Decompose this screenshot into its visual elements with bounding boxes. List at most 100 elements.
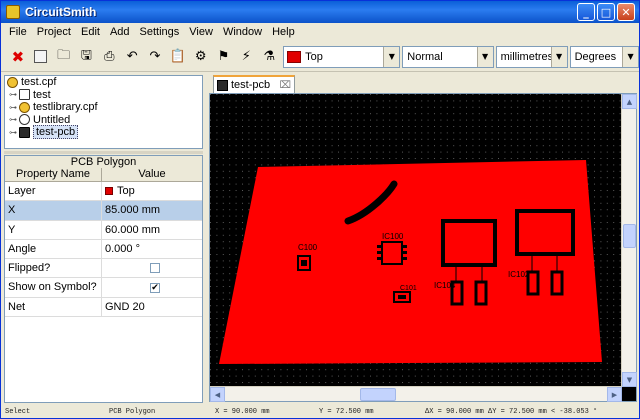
menu-settings[interactable]: Settings (135, 26, 185, 38)
tree-item-library[interactable]: ⊶ testlibrary.cpf (5, 101, 202, 114)
menu-window[interactable]: Window (218, 26, 267, 38)
property-row-flipped[interactable]: Flipped? (5, 259, 202, 279)
schematic-icon (19, 89, 30, 101)
tree-item-untitled[interactable]: ⊶ Untitled (5, 114, 202, 127)
redo-icon[interactable]: ↷ (144, 46, 166, 68)
property-name: Flipped? (5, 259, 102, 278)
menu-file[interactable]: File (4, 26, 32, 38)
column-header-name[interactable]: Property Name (5, 168, 102, 181)
close-button[interactable]: ✕ (617, 3, 635, 21)
property-value[interactable]: 0.000 ° (102, 240, 202, 258)
property-value[interactable]: Top (102, 182, 202, 200)
paste-icon[interactable]: 📋 (167, 46, 189, 68)
copper-polygon[interactable] (219, 160, 602, 364)
maximize-button[interactable]: □ (597, 3, 615, 21)
properties-title: PCB Polygon (5, 156, 202, 168)
component-icon[interactable]: ⚙ (190, 46, 212, 68)
app-icon (6, 5, 20, 19)
units-select[interactable]: millimetres ▼ (495, 45, 568, 68)
layer-select-value: Top (305, 50, 323, 63)
c100-pad (301, 260, 307, 266)
property-value[interactable]: 60.000 mm (102, 221, 202, 239)
menu-add[interactable]: Add (105, 26, 135, 38)
show-on-symbol-checkbox[interactable]: ✔ (150, 282, 160, 293)
scroll-left-icon[interactable]: ◀ (210, 387, 225, 402)
drc-icon[interactable]: ⚗ (258, 46, 280, 68)
vertical-scroll-thumb[interactable] (623, 224, 636, 248)
properties-panel: PCB Polygon Property Name Value Layer To… (4, 155, 203, 403)
route-icon[interactable]: ⚡ (235, 46, 257, 68)
scroll-down-icon[interactable]: ▼ (622, 372, 637, 387)
status-object: PCB Polygon (109, 408, 156, 416)
chevron-down-icon[interactable]: ▼ (476, 46, 493, 67)
c101-label: C101 (400, 285, 417, 292)
window-controls: _ □ ✕ (577, 3, 635, 21)
ic100-pin (377, 257, 382, 260)
menu-help[interactable]: Help (267, 26, 300, 38)
undo-icon[interactable]: ↶ (121, 46, 143, 68)
property-value[interactable]: 85.000 mm (102, 201, 202, 219)
tab-test-pcb[interactable]: test-pcb ⌧ (213, 75, 295, 93)
chevron-down-icon[interactable]: ▼ (383, 46, 400, 67)
properties-header: Property Name Value (5, 168, 202, 182)
c101-pad (398, 295, 406, 299)
tree-item-label: Untitled (33, 113, 71, 126)
layer-select[interactable]: Top ▼ (283, 45, 401, 68)
chevron-down-icon[interactable]: ▼ (622, 46, 639, 67)
property-row-show-on-symbol[interactable]: Show on Symbol? ✔ (5, 278, 202, 298)
property-value (102, 259, 202, 277)
delete-icon[interactable]: ✖ (7, 46, 29, 68)
column-header-value[interactable]: Value (102, 168, 202, 181)
open-folder-icon[interactable]: 🗀 (53, 46, 75, 68)
mode-select[interactable]: Normal ▼ (402, 45, 494, 68)
tree-item-pcb[interactable]: ⊶ test-pcb (5, 125, 202, 140)
property-value-text: Top (117, 185, 135, 198)
close-tab-icon[interactable]: ⌧ (279, 80, 291, 91)
ic104-label: IC104 (434, 281, 456, 290)
panel-splitter[interactable] (4, 151, 203, 154)
tree-item-project[interactable]: test.cpf (5, 76, 202, 89)
untitled-icon (19, 114, 30, 126)
menu-edit[interactable]: Edit (76, 26, 105, 38)
ic100-pin (402, 245, 407, 248)
horizontal-scroll-thumb[interactable] (360, 388, 396, 401)
property-name: Show on Symbol? (5, 278, 102, 297)
flipped-checkbox[interactable] (150, 263, 160, 274)
status-y: Y = 72.500 mm (319, 408, 374, 416)
pcb-canvas[interactable]: C100 IC100 C101 IC104 IC102 (210, 94, 622, 387)
ic100-pin (402, 257, 407, 260)
pcb-icon (19, 126, 30, 138)
vertical-scrollbar[interactable]: ▲ ▼ (621, 94, 637, 387)
new-file-icon[interactable] (30, 46, 52, 68)
ic102-label: IC102 (508, 270, 530, 279)
property-row-angle[interactable]: Angle 0.000 ° (5, 239, 202, 260)
property-row-layer[interactable]: Layer Top (5, 182, 202, 202)
tab-label: test-pcb (231, 79, 271, 91)
library-add-icon[interactable]: ⚑ (213, 46, 235, 68)
tree-connector-icon: ⊶ (9, 90, 17, 100)
save-icon[interactable]: 🖫 (76, 46, 98, 68)
toolbar: ✖ 🗀 🖫 ⎙ ↶ ↷ 📋 ⚙ ⚑ ⚡ ⚗ Top ▼ Normal ▼ mil… (1, 42, 640, 72)
minimize-button[interactable]: _ (577, 3, 595, 21)
scroll-right-icon[interactable]: ▶ (607, 387, 622, 402)
property-value[interactable]: GND 20 (102, 298, 202, 316)
property-value: ✔ (102, 278, 202, 296)
title-bar[interactable]: CircuitSmith _ □ ✕ (1, 1, 639, 23)
property-row-net[interactable]: Net GND 20 (5, 297, 202, 318)
property-row-y[interactable]: Y 60.000 mm (5, 220, 202, 240)
print-icon[interactable]: ⎙ (98, 46, 120, 68)
chevron-down-icon[interactable]: ▼ (550, 46, 567, 67)
menu-bar: File Project Edit Add Settings View Wind… (1, 23, 639, 41)
c100-label: C100 (298, 243, 318, 252)
tree-item-schematic[interactable]: ⊶ test (5, 89, 202, 102)
document-tabs: test-pcb ⌧ (209, 73, 637, 93)
menu-project[interactable]: Project (32, 26, 76, 38)
property-row-x[interactable]: X 85.000 mm (5, 201, 202, 221)
angle-units-select[interactable]: Degrees ▼ (569, 45, 640, 68)
menu-view[interactable]: View (184, 26, 218, 38)
status-delta: ΔX = 90.000 mm ΔY = 72.500 mm < -38.053 … (425, 408, 598, 416)
horizontal-scrollbar[interactable]: ◀ ▶ (210, 386, 622, 402)
property-name: Layer (5, 182, 102, 201)
scroll-up-icon[interactable]: ▲ (622, 94, 637, 109)
tree-connector-icon: ⊶ (9, 127, 17, 137)
